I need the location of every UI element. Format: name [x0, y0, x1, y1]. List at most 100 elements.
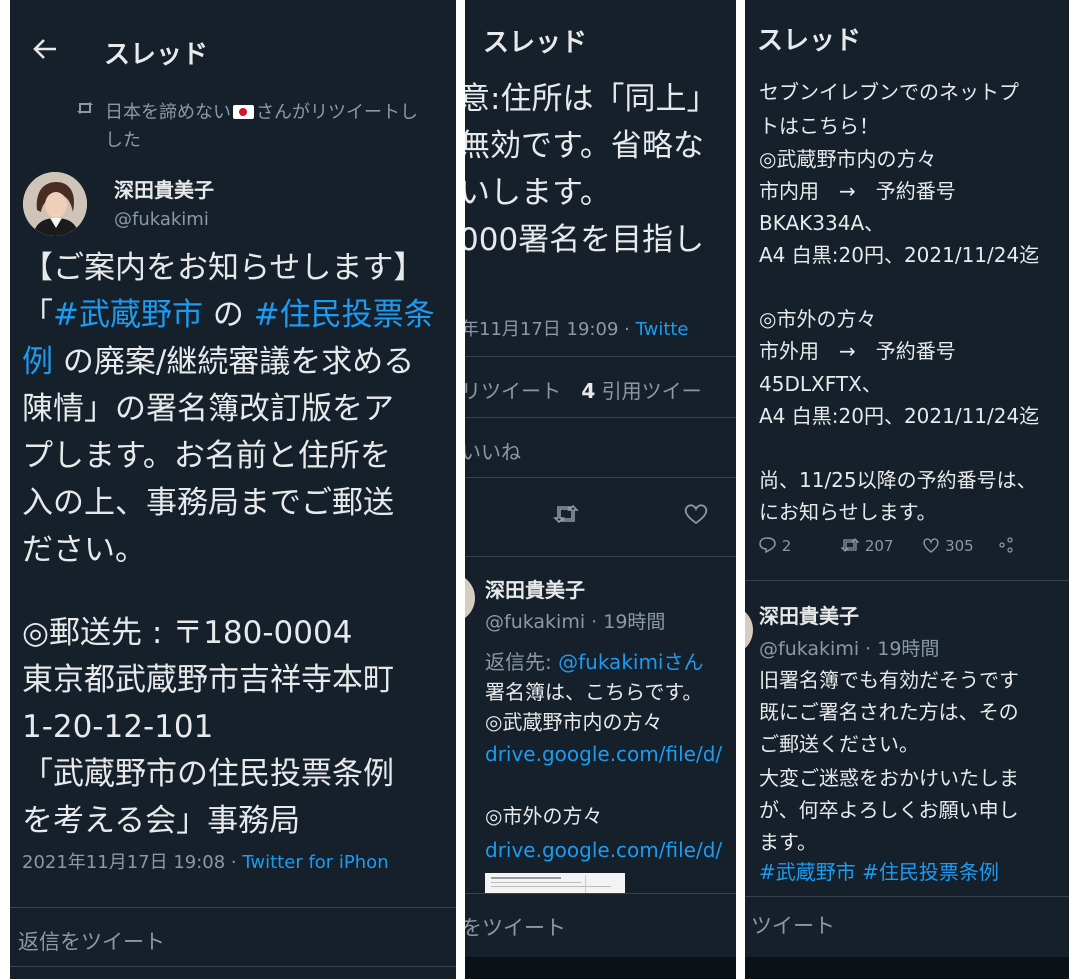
- tweet-line: 入の上、事務局までご郵送: [22, 485, 394, 521]
- reply-count: 2: [781, 537, 792, 555]
- tweet-line: 市外用 → 予約番号: [759, 339, 956, 363]
- hashtag-link[interactable]: 例: [22, 344, 53, 380]
- tweet-line: を考える会」事務局: [22, 803, 301, 839]
- retweeter-name: 日本を諦めない: [105, 102, 231, 123]
- avatar[interactable]: [465, 573, 475, 623]
- tweet-line: 旧署名簿でも有効だそうです: [759, 668, 1019, 692]
- hashtag-link[interactable]: #住民投票条: [254, 297, 435, 333]
- divider: [10, 907, 456, 908]
- tweet-line: ◎武蔵野市内の方々: [485, 710, 663, 734]
- drive-link[interactable]: drive.google.com/file/d/: [485, 834, 722, 867]
- retweet-notice[interactable]: 日本を諦めない さんがリツイートし: [105, 98, 418, 124]
- drive-link[interactable]: drive.google.com/file/d/: [485, 738, 722, 771]
- tweet-line: 45DLXFTX、: [759, 372, 882, 396]
- tweet-line: 「#武蔵野市 の #住民投票条: [22, 292, 435, 339]
- tweet-line: セブンイレブンでのネットプ: [759, 80, 1019, 104]
- author-handle[interactable]: @fukakimi: [114, 209, 209, 230]
- like-count: 305: [945, 537, 974, 555]
- tweet-line: ◎市外の方々: [759, 307, 877, 331]
- replying-to-user-link[interactable]: @fukakimiさん: [558, 650, 703, 674]
- heart-icon: [923, 538, 939, 553]
- author-name[interactable]: 深田貴美子: [759, 600, 859, 629]
- divider: [465, 556, 736, 557]
- quotes-label: 引用ツイー: [601, 379, 702, 403]
- author-handle-time[interactable]: @fukakimi · 19時間: [759, 634, 939, 661]
- header-title: スレッド: [757, 26, 862, 56]
- replying-to-label: 返信先:: [485, 650, 559, 674]
- author-name[interactable]: 深田貴美子: [114, 174, 214, 203]
- reply-input[interactable]: をツイート: [465, 912, 566, 942]
- header-title: スレッド: [104, 40, 209, 70]
- tweet-stats[interactable]: リツイート 4 引用ツイー: [465, 375, 702, 404]
- tweet-line: 東京都武蔵野市吉祥寺本町: [22, 662, 394, 698]
- tweet-line: 1-20-12-101: [22, 709, 214, 745]
- retweet-notice-text: さんがリツイートし: [256, 102, 418, 123]
- author-name[interactable]: 深田貴美子: [485, 574, 585, 603]
- thread-panel-1: スレッド 日本を諦めない さんがリツイートし した 深田貴美子 @fukakimi…: [10, 0, 456, 979]
- replying-to: 返信先: @fukakimiさん: [485, 646, 704, 675]
- tweet-text: の廃案/継続審議を求める: [53, 344, 415, 380]
- tweet-line: 「武蔵野市の住民投票条例: [22, 756, 394, 792]
- divider: [745, 896, 1069, 897]
- tweet-line: 署名簿は、こちらです。: [485, 680, 703, 704]
- reply-icon: [759, 537, 776, 554]
- avatar[interactable]: [745, 605, 753, 655]
- tweet-line: 陳情」の署名簿改訂版をア: [22, 391, 394, 427]
- tweet-line: ます。: [759, 830, 817, 854]
- tweet-client-link[interactable]: Twitter for iPhon: [242, 852, 388, 873]
- tweet-line: A4 白黒:20円、2021/11/24迄: [759, 404, 1040, 428]
- tweet-datetime[interactable]: 年11月17日 19:09 ·: [465, 319, 636, 340]
- tweet-client-link[interactable]: Twitte: [636, 319, 689, 340]
- tweet-line: ◎郵送先 : 〒180-0004: [22, 615, 353, 651]
- back-arrow-icon[interactable]: [32, 34, 58, 67]
- tweet-text: 「: [22, 297, 53, 333]
- bottom-bar: [745, 957, 1069, 979]
- tweet-line: にお知らせします。: [759, 500, 937, 524]
- retweet-action[interactable]: 207: [840, 537, 898, 555]
- document-image-preview[interactable]: [485, 873, 625, 893]
- bottom-bar: [465, 957, 736, 979]
- tweet-actions: 2 207 305: [759, 537, 1013, 555]
- avatar[interactable]: [23, 172, 87, 236]
- divider: [465, 893, 736, 894]
- divider: [465, 477, 736, 478]
- tweet-line: プします。お名前と住所を: [22, 438, 391, 474]
- tweet-line: 無効です。省略な: [465, 128, 704, 164]
- retweet-notice-line2: した: [105, 130, 141, 151]
- tweet-line: トはこちら！: [759, 114, 879, 138]
- hashtag-links[interactable]: #武蔵野市 #住民投票条例: [759, 856, 999, 889]
- thread-panel-2: スレッド 意:住所は「同上」 無効です。省略な いします。 000署名を目指し …: [465, 0, 736, 979]
- tweet-line: 000署名を目指し: [465, 222, 705, 258]
- retweet-count: 207: [864, 537, 894, 555]
- retweet-icon: [840, 538, 860, 552]
- tweet-datetime[interactable]: 2021年11月17日 19:08 ·: [22, 852, 242, 873]
- tweet-line: ◎市外の方々: [485, 804, 603, 828]
- tweet-line: が、何卒よろしくお願い申し: [759, 798, 1019, 822]
- retweet-icon: [76, 100, 94, 121]
- tweet-line: 意:住所は「同上」: [465, 81, 718, 117]
- retweets-label: リツイート: [465, 379, 561, 403]
- divider: [465, 417, 736, 418]
- likes-label[interactable]: いいね: [465, 436, 521, 465]
- tweet-line: 例 の廃案/継続審議を求める: [22, 339, 414, 386]
- reply-input[interactable]: 返信をツイート: [18, 926, 165, 956]
- retweet-icon[interactable]: [553, 503, 579, 529]
- thread-panel-3: スレッド セブンイレブンでのネットプ トはこちら！ ◎武蔵野市内の方々 市内用 …: [745, 0, 1069, 979]
- hashtag-link[interactable]: #武蔵野市: [53, 297, 203, 333]
- like-action[interactable]: 305: [922, 537, 978, 555]
- reply-action[interactable]: 2: [759, 537, 796, 555]
- header-title: スレッド: [483, 28, 588, 58]
- tweet-line: ご郵送ください。: [759, 732, 919, 756]
- heart-icon[interactable]: [683, 503, 709, 529]
- tweet-meta: 2021年11月17日 19:08 · Twitter for iPhon: [22, 848, 389, 874]
- share-icon[interactable]: [998, 537, 1013, 555]
- tweet-line: 市内用 → 予約番号: [759, 179, 956, 203]
- divider: [465, 356, 736, 357]
- divider: [10, 966, 456, 967]
- author-handle-time[interactable]: @fukakimi · 19時間: [485, 607, 665, 634]
- tweet-text: の: [202, 297, 254, 333]
- tweet-line: A4 白黒:20円、2021/11/24迄: [759, 243, 1040, 267]
- reply-input[interactable]: ツイート: [751, 910, 835, 940]
- japan-flag-icon: [233, 105, 254, 119]
- tweet-line: ◎武蔵野市内の方々: [759, 147, 937, 171]
